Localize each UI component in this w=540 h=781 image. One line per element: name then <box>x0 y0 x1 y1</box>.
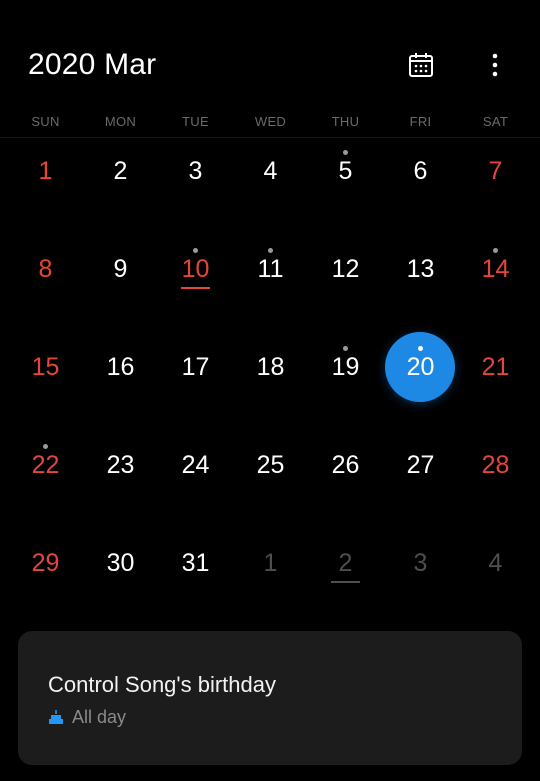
day-cell[interactable]: 2 <box>308 515 383 613</box>
day-cell[interactable]: 4 <box>233 123 308 221</box>
day-cell[interactable]: 27 <box>383 417 458 515</box>
day-number: 2 <box>113 157 128 185</box>
day-cell[interactable]: 9 <box>83 221 158 319</box>
calendar-view-button[interactable] <box>404 48 438 82</box>
day-number: 31 <box>181 549 210 577</box>
event-card[interactable]: Control Song's birthday All day <box>18 631 522 765</box>
day-cell[interactable]: 30 <box>83 515 158 613</box>
day-cell[interactable]: 28 <box>458 417 533 515</box>
day-cell[interactable]: 18 <box>233 319 308 417</box>
day-number: 12 <box>331 255 360 283</box>
more-vertical-icon <box>492 53 498 77</box>
event-meta: All day <box>48 705 126 729</box>
day-cell[interactable]: 26 <box>308 417 383 515</box>
day-cell[interactable]: 19 <box>308 319 383 417</box>
day-number: 8 <box>38 255 53 283</box>
day-number: 18 <box>256 353 285 381</box>
day-cell[interactable]: 22 <box>8 417 83 515</box>
day-cell[interactable]: 1 <box>233 515 308 613</box>
day-number: 19 <box>331 353 360 381</box>
day-cell[interactable]: 15 <box>8 319 83 417</box>
cake-icon <box>49 710 63 724</box>
day-number: 22 <box>31 451 60 479</box>
day-number: 21 <box>481 353 510 381</box>
event-time: All day <box>72 707 127 727</box>
day-number: 27 <box>406 451 435 479</box>
day-number: 1 <box>38 157 53 185</box>
day-cell[interactable]: 3 <box>158 123 233 221</box>
day-number: 3 <box>413 549 428 577</box>
day-cell[interactable]: 31 <box>158 515 233 613</box>
day-cell[interactable]: 11 <box>233 221 308 319</box>
day-underline-mark <box>331 581 360 583</box>
day-number: 6 <box>413 157 428 185</box>
day-number: 1 <box>263 549 278 577</box>
day-cell[interactable]: 2 <box>83 123 158 221</box>
day-number: 2 <box>338 549 353 577</box>
day-number: 16 <box>106 353 135 381</box>
day-cell[interactable]: 7 <box>458 123 533 221</box>
day-number: 24 <box>181 451 210 479</box>
day-cell-selected[interactable]: 20 <box>383 319 458 417</box>
day-cell[interactable]: 16 <box>83 319 158 417</box>
app-header: 2020 Mar <box>0 0 540 110</box>
day-cell[interactable]: 25 <box>233 417 308 515</box>
day-cell[interactable]: 5 <box>308 123 383 221</box>
calendar-grid-icon <box>409 53 433 77</box>
day-cell[interactable]: 14 <box>458 221 533 319</box>
day-number: 4 <box>488 549 503 577</box>
day-number: 11 <box>257 255 284 283</box>
day-number: 5 <box>338 157 353 185</box>
day-cell[interactable]: 6 <box>383 123 458 221</box>
day-number: 9 <box>113 255 128 283</box>
day-cell[interactable]: 24 <box>158 417 233 515</box>
day-cell[interactable]: 23 <box>83 417 158 515</box>
day-cell[interactable]: 10 <box>158 221 233 319</box>
event-title: Control Song's birthday <box>48 672 276 697</box>
month-grid: 1 2 3 4 5 6 7 8 9 10 11 12 13 14 15 16 17 18 19 20 21 22 23 24 2… <box>8 123 533 613</box>
month-title[interactable]: 2020 Mar <box>28 46 156 84</box>
day-cell[interactable]: 4 <box>458 515 533 613</box>
day-cell[interactable]: 3 <box>383 515 458 613</box>
day-number: 15 <box>31 353 60 381</box>
day-number: 13 <box>406 255 435 283</box>
day-cell[interactable]: 29 <box>8 515 83 613</box>
day-number: 29 <box>31 549 60 577</box>
day-number: 23 <box>106 451 135 479</box>
day-number: 26 <box>331 451 360 479</box>
more-options-button[interactable] <box>480 48 510 82</box>
day-number: 10 <box>181 255 210 283</box>
day-cell[interactable]: 21 <box>458 319 533 417</box>
day-number: 20 <box>406 353 435 381</box>
day-number: 14 <box>481 255 510 283</box>
day-number: 17 <box>181 353 210 381</box>
day-number: 3 <box>188 157 203 185</box>
day-cell[interactable]: 8 <box>8 221 83 319</box>
day-cell[interactable]: 1 <box>8 123 83 221</box>
day-number: 30 <box>106 549 135 577</box>
day-cell[interactable]: 13 <box>383 221 458 319</box>
day-number: 28 <box>481 451 510 479</box>
day-number: 25 <box>256 451 285 479</box>
day-cell[interactable]: 12 <box>308 221 383 319</box>
day-cell[interactable]: 17 <box>158 319 233 417</box>
day-number: 7 <box>488 157 503 185</box>
day-underline-mark <box>181 287 210 289</box>
day-number: 4 <box>263 157 278 185</box>
